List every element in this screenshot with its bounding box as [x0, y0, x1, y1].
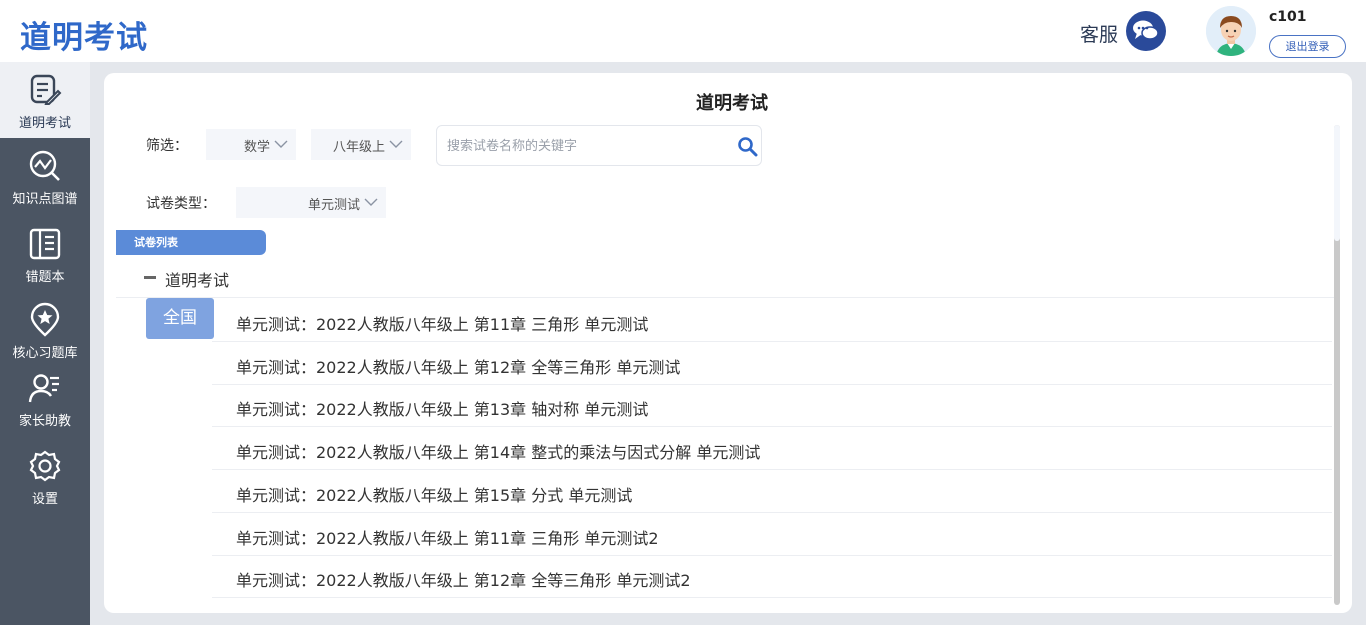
- boy-avatar-icon: [1206, 6, 1256, 56]
- paper-list-item[interactable]: 单元测试：2022人教版八年级上 第11章 三角形 单元测试: [212, 299, 1332, 342]
- paper-title: 单元测试：2022人教版八年级上 第11章 三角形 单元测试2: [236, 529, 659, 548]
- scrollbar-thumb[interactable]: [1334, 125, 1340, 241]
- sidebar: 道明考试 知识点图谱 错题本 核心习题库 家长助教 设置: [0, 62, 90, 625]
- paper-title: 单元测试：2022人教版八年级上 第12章 全等三角形 单元测试2: [236, 571, 691, 590]
- chevron-down-icon: [389, 140, 403, 148]
- paper-list-item[interactable]: 单元测试：2022人教版八年级上 第15章 分式 单元测试: [212, 470, 1332, 513]
- paper-title: 单元测试：2022人教版八年级上 第11章 三角形 单元测试: [236, 315, 649, 334]
- collapse-minus-icon[interactable]: [144, 276, 156, 279]
- paper-title: 单元测试：2022人教版八年级上 第15章 分式 单元测试: [236, 486, 633, 505]
- sidebar-item-wrongbook[interactable]: 错题本: [0, 216, 90, 292]
- sidebar-item-label: 错题本: [25, 270, 65, 285]
- paper-title: 单元测试：2022人教版八年级上 第12章 全等三角形 单元测试: [236, 358, 681, 377]
- logout-button[interactable]: 退出登录: [1269, 35, 1346, 58]
- paper-title: 单元测试：2022人教版八年级上 第14章 整式的乘法与因式分解 单元测试: [236, 443, 761, 462]
- region-button-national[interactable]: 全国: [146, 298, 214, 339]
- sidebar-item-knowledge-map[interactable]: 知识点图谱: [0, 138, 90, 214]
- paper-type-label: 试卷类型：: [146, 196, 216, 212]
- search-box: [436, 125, 762, 166]
- parent-user-icon: [28, 374, 59, 403]
- chevron-down-icon: [364, 198, 378, 206]
- sidebar-item-core-bank[interactable]: 核心习题库: [0, 292, 90, 368]
- paper-type-select-value: 单元测试: [307, 198, 360, 213]
- knowledge-chart-icon: [29, 150, 60, 181]
- vertical-scrollbar[interactable]: [1334, 125, 1340, 605]
- page-title: 道明考试: [696, 93, 768, 114]
- customer-service-button[interactable]: [1126, 11, 1166, 51]
- divider: [116, 297, 1336, 298]
- sidebar-item-exam[interactable]: 道明考试: [0, 62, 90, 138]
- subject-select-value: 数学: [243, 140, 270, 155]
- sidebar-item-label: 家长助教: [18, 414, 71, 429]
- sidebar-item-label: 道明考试: [18, 116, 71, 131]
- paper-list-item[interactable]: 单元测试：2022人教版八年级上 第11章 三角形 单元测试2: [212, 513, 1332, 556]
- grade-select[interactable]: 八年级上: [311, 129, 411, 160]
- sidebar-item-settings[interactable]: 设置: [0, 438, 90, 514]
- paper-list-item[interactable]: 单元测试：2022人教版八年级上 第13章 轴对称 单元测试: [212, 384, 1332, 427]
- chevron-down-icon: [274, 140, 288, 148]
- paper-title: 单元测试：2022人教版八年级上 第13章 轴对称 单元测试: [236, 400, 649, 419]
- subject-select[interactable]: 数学: [206, 129, 296, 160]
- username: c101: [1269, 9, 1307, 25]
- sidebar-item-label: 知识点图谱: [12, 192, 78, 207]
- grade-select-value: 八年级上: [332, 140, 385, 155]
- main-panel: 道明考试 筛选： 数学 八年级上 试卷类型： 单元测试 试卷列表 道明考试 全国…: [104, 73, 1352, 613]
- sidebar-item-label: 设置: [31, 492, 58, 507]
- sidebar-item-label: 核心习题库: [12, 346, 78, 361]
- paper-type-select[interactable]: 单元测试: [236, 187, 386, 218]
- star-badge-icon: [30, 302, 60, 337]
- gear-icon: [29, 450, 61, 482]
- tree-node-label: 道明考试: [165, 271, 230, 290]
- paper-list-item[interactable]: 单元测试：2022人教版八年级上 第12章 全等三角形 单元测试2: [212, 555, 1332, 598]
- customer-service-label[interactable]: 客服: [1080, 20, 1118, 47]
- chat-bubbles-icon: [1133, 20, 1159, 40]
- filter-label: 筛选：: [146, 138, 188, 154]
- paper-list-item[interactable]: 单元测试：2022人教版八年级上 第12章 全等三角形 单元测试: [212, 342, 1332, 385]
- paper-list-item[interactable]: 单元测试：2022人教版八年级上 第14章 整式的乘法与因式分解 单元测试: [212, 427, 1332, 470]
- user-avatar[interactable]: [1206, 6, 1256, 56]
- sidebar-item-parent-assist[interactable]: 家长助教: [0, 360, 90, 436]
- paper-list-tab[interactable]: 试卷列表: [116, 230, 266, 255]
- top-header: 道明考试 客服 c101 退出登录: [0, 0, 1366, 62]
- notebook-icon: [29, 228, 61, 260]
- app-logo[interactable]: 道明考试: [20, 12, 148, 57]
- search-input[interactable]: [447, 136, 727, 156]
- search-icon[interactable]: [737, 136, 758, 157]
- exam-edit-icon: [30, 74, 62, 105]
